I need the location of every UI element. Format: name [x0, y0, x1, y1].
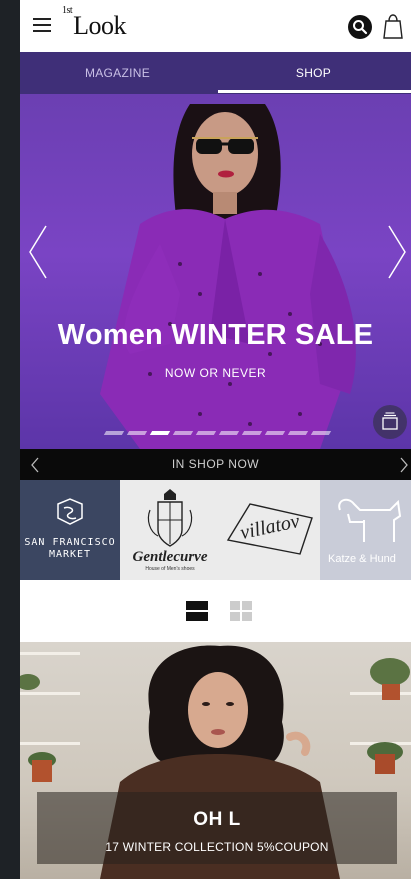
app-header: 1stLook — [20, 0, 411, 52]
chevron-right-icon — [388, 225, 406, 279]
in-shop-now-bar: IN SHOP NOW — [20, 449, 411, 480]
product-card-subtitle: 17 WINTER COLLECTION 5%COUPON — [105, 840, 329, 854]
brand-tile-gentlecurve[interactable]: Gentlecurve House of Men's shoes — [120, 480, 220, 580]
brand-tile-villatov[interactable]: villatov — [220, 480, 320, 580]
gallery-icon — [382, 412, 398, 430]
dog-icon — [338, 498, 402, 542]
in-shop-now-label: IN SHOP NOW — [171, 457, 260, 471]
tab-magazine[interactable]: MAGAZINE — [20, 52, 215, 94]
chevron-right-icon — [400, 457, 408, 473]
hero-pagination — [103, 431, 335, 437]
hero-next-button[interactable] — [387, 224, 407, 280]
cart-icon[interactable] — [381, 11, 405, 40]
section-tabs: MAGAZINE SHOP — [20, 52, 411, 94]
pagination-dot[interactable] — [149, 431, 171, 435]
pagination-dot[interactable] — [103, 431, 125, 435]
app-screen: 1stLook MAGAZINE SHOP Women WINTER SALE … — [20, 0, 411, 879]
pagination-dot[interactable] — [172, 431, 194, 435]
pagination-dot[interactable] — [310, 431, 332, 435]
pagination-dot[interactable] — [195, 431, 217, 435]
gallery-button[interactable] — [373, 405, 407, 439]
search-icon[interactable] — [348, 15, 372, 39]
active-tab-indicator — [218, 90, 411, 93]
hero-title: Women WINTER SALE — [57, 319, 374, 351]
grid-view-icon[interactable] — [230, 601, 252, 621]
pagination-dot[interactable] — [126, 431, 148, 435]
logo-text: Look — [73, 11, 127, 40]
list-view-icon[interactable] — [186, 601, 208, 621]
menu-icon[interactable] — [33, 18, 51, 33]
pagination-dot[interactable] — [241, 431, 263, 435]
view-toggle — [20, 580, 411, 642]
brand-tile-katze-hund[interactable]: Katze & Hund — [320, 480, 411, 580]
chevron-left-icon — [29, 225, 47, 279]
pagination-dot[interactable] — [218, 431, 240, 435]
logo-superscript: 1st — [62, 5, 73, 17]
shop-next-button[interactable] — [399, 457, 409, 473]
brand-name: Gentlecurve — [132, 549, 208, 565]
brand-name: Katze & Hund — [328, 553, 396, 565]
pagination-dot[interactable] — [264, 431, 286, 435]
brand-name: SAN FRANCISCO MARKET — [24, 537, 116, 560]
hero-subtitle: NOW OR NEVER — [164, 366, 267, 380]
left-gutter — [0, 0, 20, 879]
brand-tagline: House of Men's shoes — [145, 566, 195, 572]
tab-shop[interactable]: SHOP — [216, 52, 411, 94]
sf-market-logo-icon — [57, 498, 83, 525]
app-logo[interactable]: 1stLook — [62, 5, 127, 41]
brand-tile-san-francisco-market[interactable]: SAN FRANCISCO MARKET — [20, 480, 120, 580]
pagination-dot[interactable] — [287, 431, 309, 435]
product-card[interactable]: OH L 17 WINTER COLLECTION 5%COUPON — [20, 642, 411, 879]
hero-model-image — [100, 104, 356, 449]
product-card-caption: OH L 17 WINTER COLLECTION 5%COUPON — [37, 792, 397, 864]
brand-carousel: SAN FRANCISCO MARKET Gentlecurve House o… — [20, 480, 411, 580]
hero-banner[interactable]: Women WINTER SALE NOW OR NEVER — [20, 94, 411, 449]
hero-prev-button[interactable] — [28, 224, 48, 280]
product-card-title: OH L — [193, 809, 241, 830]
